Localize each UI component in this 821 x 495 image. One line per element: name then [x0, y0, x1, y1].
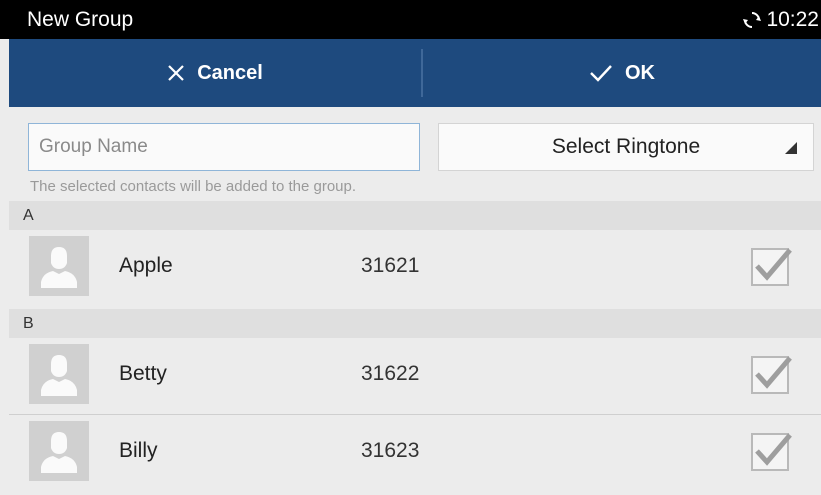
action-bar: Cancel OK: [9, 39, 821, 107]
status-bar: New Group 10:22: [0, 0, 821, 39]
contact-name: Apple: [119, 254, 173, 277]
contact-number: 31621: [361, 254, 420, 277]
avatar: [29, 344, 89, 404]
dropdown-arrow-icon: [785, 142, 797, 154]
avatar: [29, 421, 89, 481]
avatar: [29, 236, 89, 296]
contact-row[interactable]: Apple 31621: [9, 230, 821, 304]
contact-row[interactable]: Betty 31622: [9, 338, 821, 412]
contact-name: Betty: [119, 362, 167, 385]
ringtone-label: Select Ringtone: [551, 135, 701, 158]
clock: 10:22: [766, 8, 819, 31]
group-hint: The selected contacts will be added to t…: [30, 178, 357, 195]
cancel-label: Cancel: [197, 61, 263, 84]
contact-checkbox[interactable]: [749, 352, 793, 396]
section-header-b: B: [9, 309, 821, 338]
close-icon: [167, 64, 185, 82]
contact-name: Billy: [119, 439, 158, 462]
ok-button[interactable]: OK: [423, 39, 821, 107]
select-ringtone-dropdown[interactable]: Select Ringtone: [438, 123, 814, 171]
window-title: New Group: [27, 8, 134, 31]
contact-checkbox[interactable]: [749, 244, 793, 288]
group-name-input[interactable]: [28, 123, 420, 171]
sync-icon: [742, 10, 762, 30]
contact-checkbox[interactable]: [749, 429, 793, 473]
contact-number: 31622: [361, 362, 420, 385]
section-header-a: A: [9, 201, 821, 230]
check-icon: [589, 63, 613, 83]
contact-number: 31623: [361, 439, 420, 462]
ok-label: OK: [625, 61, 655, 84]
status-right: 10:22: [742, 8, 819, 32]
cancel-button[interactable]: Cancel: [9, 39, 421, 107]
contact-row[interactable]: Billy 31623: [9, 414, 821, 488]
